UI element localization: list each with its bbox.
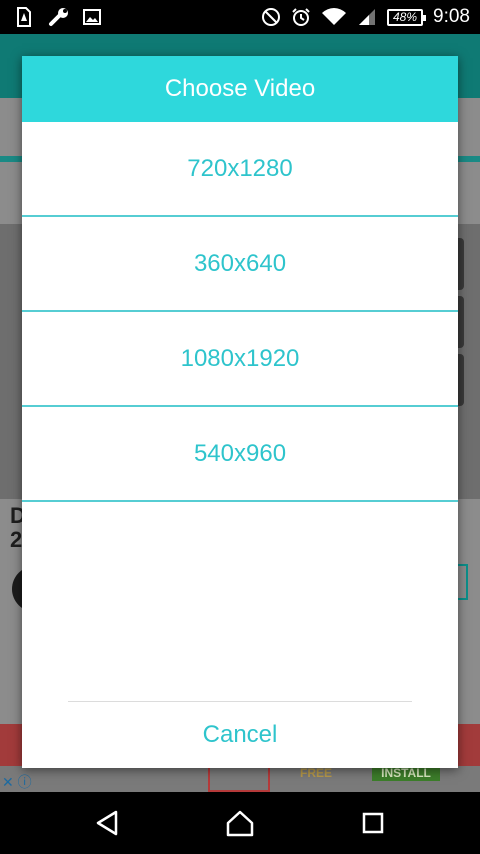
video-option-720x1280[interactable]: 720x1280 bbox=[22, 122, 458, 217]
recents-icon[interactable] bbox=[356, 806, 390, 840]
navigation-bar bbox=[0, 792, 480, 854]
cell-signal-icon bbox=[357, 7, 377, 27]
sim-alert-icon bbox=[14, 7, 34, 27]
alarm-icon bbox=[291, 7, 311, 27]
ad-close-icon: ✕ ⓘ bbox=[2, 774, 32, 790]
image-icon bbox=[82, 7, 102, 27]
video-option-label: 540x960 bbox=[193, 439, 287, 467]
status-bar-left bbox=[14, 7, 102, 27]
status-bar: 48% 9:08 bbox=[0, 0, 480, 34]
video-option-540x960[interactable]: 540x960 bbox=[22, 407, 458, 502]
wrench-icon bbox=[48, 7, 68, 27]
battery-indicator: 48% bbox=[387, 8, 427, 26]
choose-video-dialog: Choose Video 720x1280 360x640 1080x1920 … bbox=[22, 56, 458, 768]
ad-image-frame bbox=[208, 764, 270, 792]
wifi-icon bbox=[321, 7, 347, 27]
video-option-label: 360x640 bbox=[193, 249, 287, 277]
status-bar-right: 48% 9:08 bbox=[261, 5, 470, 29]
video-option-label: 720x1280 bbox=[187, 154, 293, 182]
cancel-button[interactable]: Cancel bbox=[22, 702, 458, 768]
video-option-label: 1080x1920 bbox=[180, 344, 300, 372]
dialog-header: Choose Video bbox=[22, 56, 458, 122]
status-bar-clock: 9:08 bbox=[433, 6, 470, 27]
ad-free-label: FREE bbox=[300, 766, 333, 780]
do-not-disturb-icon bbox=[261, 7, 281, 27]
back-icon[interactable] bbox=[90, 806, 124, 840]
video-option-1080x1920[interactable]: 1080x1920 bbox=[22, 312, 458, 407]
cancel-button-label: Cancel bbox=[202, 721, 278, 748]
home-icon[interactable] bbox=[223, 806, 257, 840]
dialog-title: Choose Video bbox=[164, 75, 316, 102]
video-option-360x640[interactable]: 360x640 bbox=[22, 217, 458, 312]
